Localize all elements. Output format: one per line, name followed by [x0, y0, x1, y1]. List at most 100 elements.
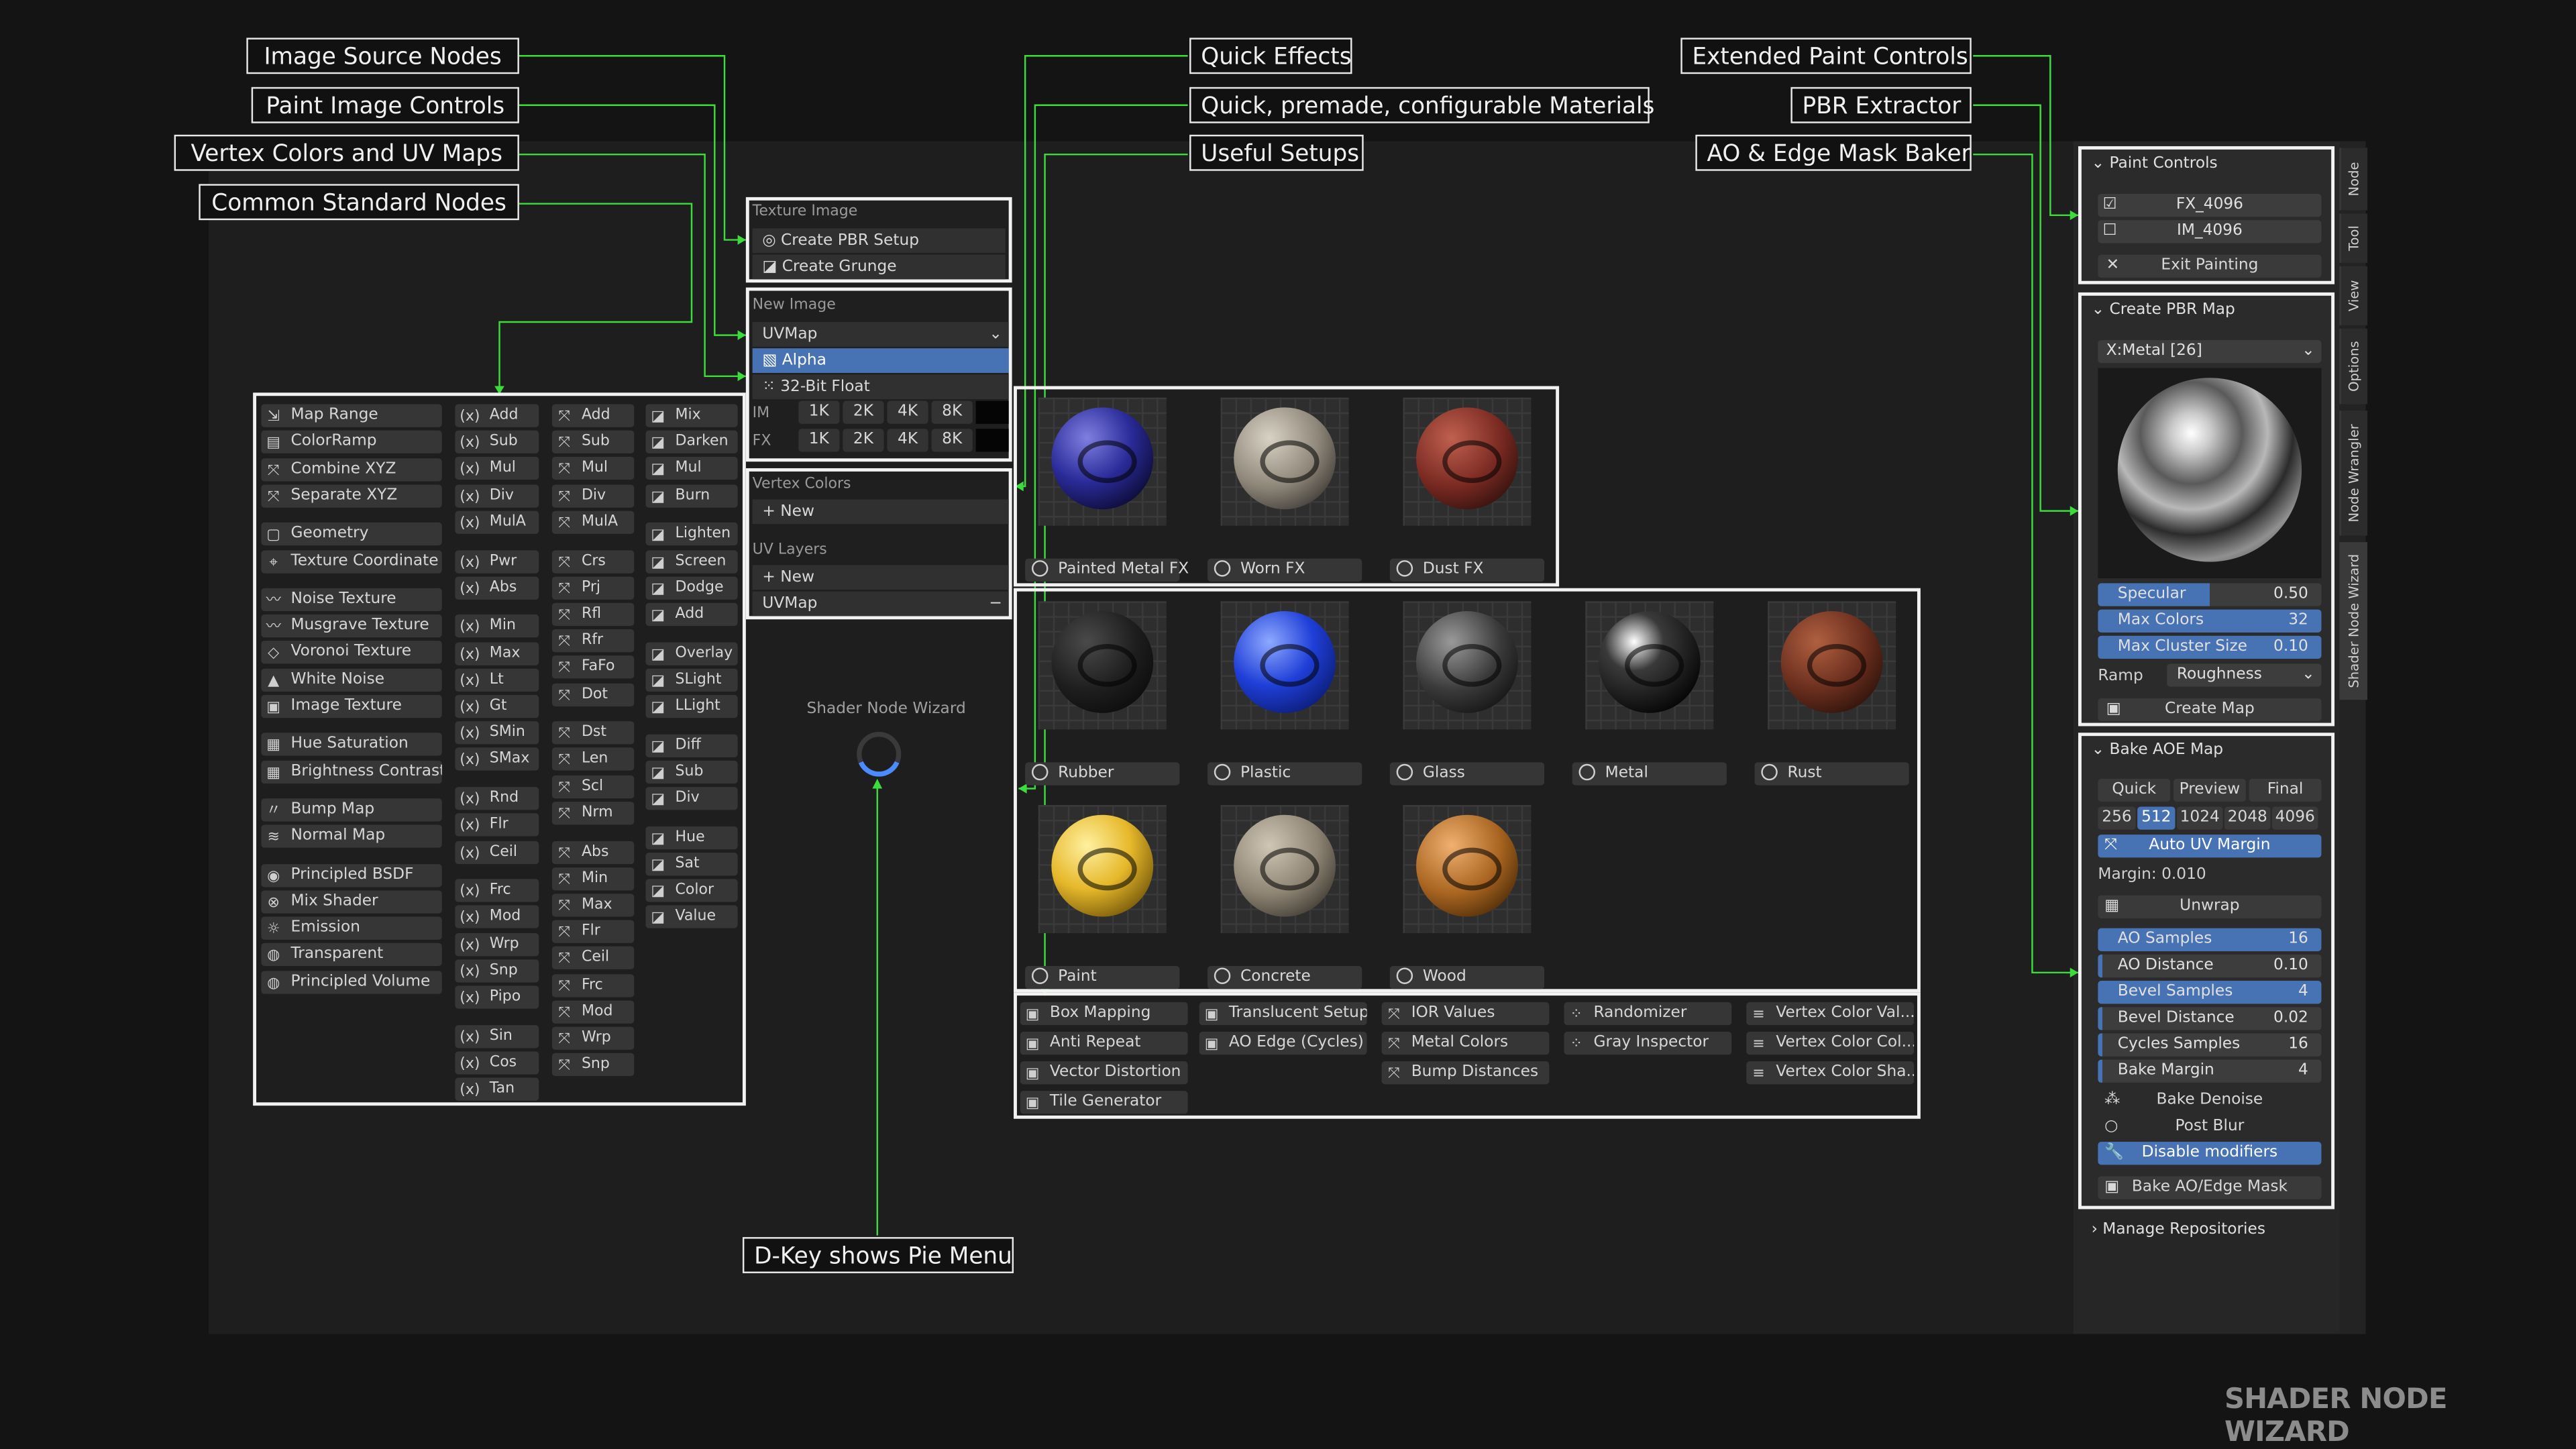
- color-node-diff[interactable]: ◪ Diff: [645, 733, 738, 757]
- ao-distance-slider[interactable]: AO Distance 0.10: [2098, 954, 2322, 978]
- node-noise-texture[interactable]: 〰 Noise Texture: [261, 588, 442, 611]
- color-node-mul[interactable]: ◪ Mul: [645, 457, 738, 481]
- material-paint-thumbnail[interactable]: [1038, 805, 1167, 934]
- vector-node-min[interactable]: ⤧ Min: [551, 867, 635, 890]
- material-wood-button[interactable]: Wood: [1389, 966, 1545, 989]
- math-node-gt[interactable]: (x) Gt: [455, 694, 539, 718]
- vector-node-max[interactable]: ⤧ Max: [551, 893, 635, 917]
- material-rubber-thumbnail[interactable]: [1038, 601, 1167, 730]
- bake-size-256-button[interactable]: 256: [2098, 806, 2136, 830]
- node-bump-map[interactable]: 〃 Bump Map: [261, 798, 442, 822]
- post-blur-toggle[interactable]: ○ Post Blur: [2098, 1115, 2322, 1139]
- node-principled-bsdf[interactable]: ◉ Principled BSDF: [261, 863, 442, 887]
- setup-anti-repeat-button[interactable]: ▣ Anti Repeat: [1020, 1031, 1188, 1055]
- pbr-map-header[interactable]: ⌄ Create PBR Map: [2092, 301, 2235, 319]
- fx-image-toggle[interactable]: ☑ FX_4096: [2098, 193, 2322, 217]
- fx-size-4k-button[interactable]: 4K: [887, 429, 928, 452]
- color-node-sat[interactable]: ◪ Sat: [645, 853, 738, 876]
- disable-modifiers-toggle[interactable]: 🔧 Disable modifiers: [2098, 1142, 2322, 1165]
- vector-node-mod[interactable]: ⤧ Mod: [551, 1000, 635, 1023]
- material-wood-thumbnail[interactable]: [1403, 805, 1532, 934]
- vector-node-div[interactable]: ⤧ Div: [551, 484, 635, 507]
- vector-node-fafo[interactable]: ⤧ FaFo: [551, 655, 635, 680]
- math-node-frc[interactable]: (x) Frc: [455, 879, 539, 902]
- vector-node-rfl[interactable]: ⤧ Rfl: [551, 602, 635, 626]
- bake-mode-final-button[interactable]: Final: [2249, 778, 2322, 802]
- create-pbr-setup-button[interactable]: ◎ Create PBR Setup: [752, 228, 1006, 254]
- color-node-sub[interactable]: ◪ Sub: [645, 760, 738, 784]
- material-rust-thumbnail[interactable]: [1768, 601, 1896, 730]
- setup-bump-distances-button[interactable]: ⤧ Bump Distances: [1381, 1061, 1550, 1085]
- vertex-color-new-button[interactable]: + New: [752, 499, 1009, 525]
- math-node-tan[interactable]: (x) Tan: [455, 1077, 539, 1102]
- exit-painting-button[interactable]: ✕ Exit Painting: [2098, 254, 2322, 278]
- math-node-add[interactable]: (x) Add: [455, 404, 539, 427]
- math-node-div[interactable]: (x) Div: [455, 484, 539, 507]
- bake-aoe-header[interactable]: ⌄ Bake AOE Map: [2092, 741, 2223, 759]
- bake-mode-preview-button[interactable]: Preview: [2174, 778, 2246, 802]
- node-colorramp[interactable]: ▤ ColorRamp: [261, 431, 442, 454]
- bake-size-1024-button[interactable]: 1024: [2176, 806, 2223, 830]
- material-glass-thumbnail[interactable]: [1403, 601, 1532, 730]
- manage-repositories-header[interactable]: › Manage Repositories: [2092, 1221, 2265, 1239]
- bake-size-2048-button[interactable]: 2048: [2224, 806, 2271, 830]
- color-node-burn[interactable]: ◪ Burn: [645, 484, 738, 507]
- color-node-hue[interactable]: ◪ Hue: [645, 826, 738, 849]
- node-map-range[interactable]: ⇲ Map Range: [261, 404, 442, 427]
- color-node-dodge[interactable]: ◪ Dodge: [645, 576, 738, 600]
- uvmap-dropdown[interactable]: UVMap ⌄: [752, 322, 1009, 347]
- math-node-wrp[interactable]: (x) Wrp: [455, 932, 539, 956]
- bevel-distance-slider[interactable]: Bevel Distance 0.02: [2098, 1007, 2322, 1030]
- setup-ao-edge-cycles-button[interactable]: ▣ AO Edge (Cycles): [1199, 1031, 1367, 1055]
- color-node-slight[interactable]: ◪ SLight: [645, 668, 738, 692]
- vector-node-abs[interactable]: ⤧ Abs: [551, 840, 635, 863]
- side-tab-tool[interactable]: Tool: [2339, 213, 2368, 263]
- bake-margin-slider[interactable]: Bake Margin 4: [2098, 1059, 2322, 1083]
- node-combine-xyz[interactable]: ⤧ Combine XYZ: [261, 458, 442, 481]
- material-glass-button[interactable]: Glass: [1389, 762, 1545, 786]
- math-node-pwr[interactable]: (x) Pwr: [455, 549, 539, 573]
- material-paint-button[interactable]: Paint: [1025, 966, 1180, 989]
- effect-painted-metal-fx-thumbnail[interactable]: [1038, 397, 1167, 526]
- create-map-button[interactable]: ▣ Create Map: [2098, 698, 2322, 722]
- math-node-snp[interactable]: (x) Snp: [455, 959, 539, 983]
- im-size-2k-button[interactable]: 2K: [843, 400, 884, 424]
- bake-denoise-toggle[interactable]: ⁂ Bake Denoise: [2098, 1089, 2322, 1112]
- color-node-div[interactable]: ◪ Div: [645, 787, 738, 810]
- alpha-toggle[interactable]: ▧ Alpha: [752, 348, 1009, 373]
- vector-node-scl[interactable]: ⤧ Scl: [551, 774, 635, 798]
- node-principled-volume[interactable]: ◍ Principled Volume: [261, 970, 442, 994]
- math-node-mod[interactable]: (x) Mod: [455, 906, 539, 929]
- math-node-abs[interactable]: (x) Abs: [455, 576, 539, 600]
- math-node-cos[interactable]: (x) Cos: [455, 1051, 539, 1075]
- node-normal-map[interactable]: ≋ Normal Map: [261, 824, 442, 849]
- math-node-ceil[interactable]: (x) Ceil: [455, 840, 539, 863]
- math-node-sub[interactable]: (x) Sub: [455, 431, 539, 454]
- math-node-max[interactable]: (x) Max: [455, 641, 539, 665]
- effect-worn-fx-thumbnail[interactable]: [1220, 397, 1349, 526]
- vector-node-ceil[interactable]: ⤧ Ceil: [551, 947, 635, 970]
- node-hue-saturation[interactable]: ▦ Hue Saturation: [261, 733, 442, 757]
- float-toggle[interactable]: ⁙ 32-Bit Float: [752, 374, 1009, 400]
- math-node-mul[interactable]: (x) Mul: [455, 457, 539, 481]
- fx-color-swatch[interactable]: [975, 429, 1009, 452]
- math-node-flr[interactable]: (x) Flr: [455, 813, 539, 837]
- color-node-mix[interactable]: ◪ Mix: [645, 404, 738, 427]
- fx-size-1k-button[interactable]: 1K: [798, 429, 840, 452]
- side-tab-options[interactable]: Options: [2339, 328, 2368, 405]
- vector-node-frc[interactable]: ⤧ Frc: [551, 973, 635, 997]
- material-plastic-thumbnail[interactable]: [1220, 601, 1349, 730]
- vector-node-nrm[interactable]: ⤧ Nrm: [551, 801, 635, 824]
- node-transparent[interactable]: ◍ Transparent: [261, 943, 442, 967]
- color-node-llight[interactable]: ◪ LLight: [645, 694, 738, 718]
- setup-metal-colors-button[interactable]: ⤧ Metal Colors: [1381, 1031, 1550, 1055]
- node-mix-shader[interactable]: ⊗ Mix Shader: [261, 890, 442, 914]
- im-image-toggle[interactable]: ☐ IM_4096: [2098, 220, 2322, 244]
- node-white-noise[interactable]: ▲ White Noise: [261, 667, 442, 692]
- math-node-mula[interactable]: (x) MulA: [455, 511, 539, 534]
- vector-node-crs[interactable]: ⤧ Crs: [551, 549, 635, 573]
- vector-node-prj[interactable]: ⤧ Prj: [551, 576, 635, 600]
- effect-dust-fx-button[interactable]: Dust FX: [1389, 558, 1545, 582]
- im-size-1k-button[interactable]: 1K: [798, 400, 840, 424]
- math-node-pipo[interactable]: (x) Pipo: [455, 985, 539, 1009]
